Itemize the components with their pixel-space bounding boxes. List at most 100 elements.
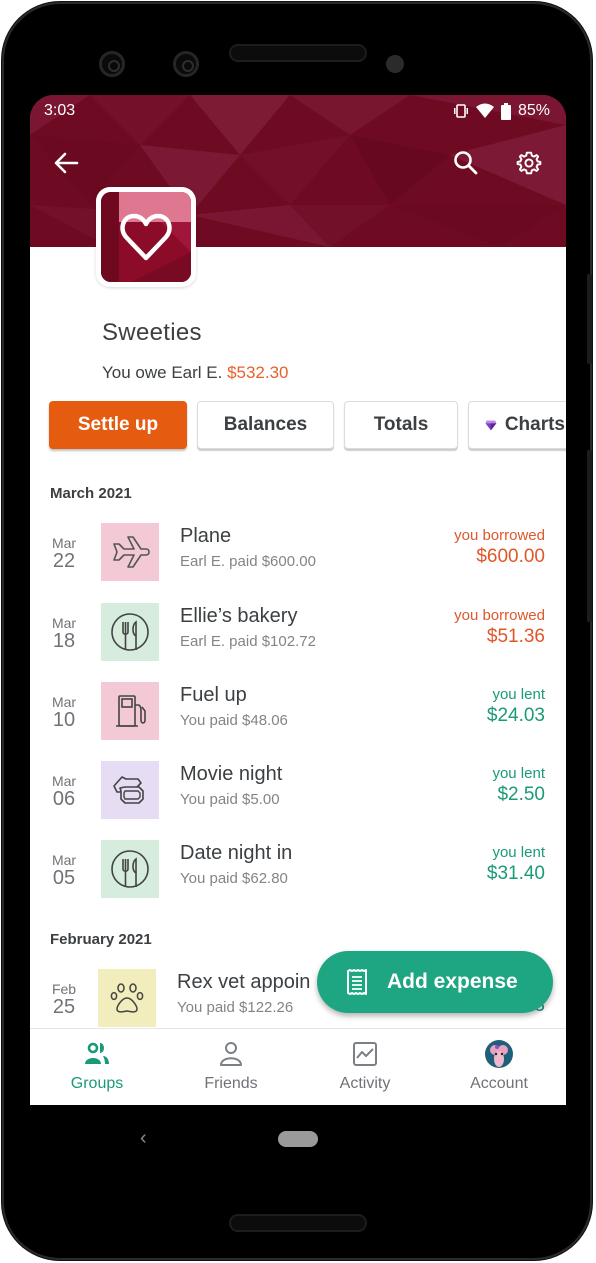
date-month: Mar [51,852,77,868]
airplane-icon [113,536,150,568]
balance-summary-text: You owe Earl E. [102,363,228,382]
expense-row[interactable]: Mar 10 Fuel up You paid $48.06 you lent … [30,682,566,752]
battery-percent: 85% [517,102,550,119]
month-header: February 2021 [50,931,152,948]
fuel-pump-icon [116,695,146,727]
expense-title: Ellie’s bakery [180,605,298,627]
date-month: Feb [51,981,77,997]
expense-date: Mar 06 [44,773,84,811]
expense-title: Date night in [180,842,293,864]
nav-groups[interactable]: Groups [30,1029,164,1105]
nav-account[interactable]: Account [432,1029,566,1105]
expense-date: Mar 18 [44,615,84,653]
expense-date: Mar 22 [44,535,84,573]
category-tile [101,761,159,819]
expense-row[interactable]: Mar 05 Date night in You paid $62.80 you… [30,840,566,910]
settings-button[interactable] [511,145,547,181]
add-expense-button[interactable]: Add expense [317,951,553,1013]
expense-date: Mar 10 [44,694,84,732]
balance-label: you lent [492,765,545,782]
paw-icon [110,983,144,1013]
expense-date: Feb 25 [44,981,84,1019]
system-home-button[interactable] [278,1131,318,1147]
date-day: 05 [52,867,76,889]
group-avatar[interactable] [96,187,196,287]
expense-balance: you lent $24.03 [487,686,545,727]
nav-friends[interactable]: Friends [164,1029,298,1105]
expense-title: Rex vet appoin [177,971,311,993]
balance-value: $24.03 [486,705,545,726]
expense-date: Mar 05 [44,852,84,890]
search-button[interactable] [448,145,484,181]
group-actions: Settle up Balances Totals Charts [49,401,566,449]
balance-value: $2.50 [497,784,545,805]
category-tile [101,603,159,661]
balance-label: you borrowed [454,607,545,624]
vibrate-icon [453,104,468,118]
diamond-icon [485,420,497,431]
tickets-icon [113,776,144,804]
expense-row[interactable]: Mar 06 Movie night You paid $5.00 you le… [30,761,566,831]
expense-payer: You paid $122.26 [177,999,294,1016]
expense-payer: You paid $62.80 [180,870,288,887]
expense-payer: You paid $5.00 [180,791,280,808]
balance-summary: You owe Earl E. $532.30 [102,363,289,383]
heart-icon [120,213,172,261]
gear-icon [516,151,542,175]
date-month: Mar [51,694,77,710]
expense-balance: you borrowed $600.00 [454,527,545,568]
receipt-icon [347,969,367,995]
wifi-icon [475,103,494,118]
nav-label: Friends [204,1075,258,1092]
front-camera-2 [173,51,199,77]
nav-label: Account [470,1075,528,1092]
nav-activity[interactable]: Activity [298,1029,432,1105]
expense-row[interactable]: Mar 22 Plane Earl E. paid $600.00 you bo… [30,523,566,593]
group-name: Sweeties [102,319,202,346]
volume-button [587,450,592,622]
system-back-button[interactable]: ‹ [140,1127,147,1150]
balance-label: you borrowed [454,527,545,544]
expense-title: Plane [180,525,232,547]
avatar-icon [485,1040,513,1068]
expense-title: Movie night [180,763,283,785]
charts-button[interactable]: Charts [468,401,566,449]
proximity-sensor [386,55,404,73]
date-day: 06 [52,788,76,810]
settle-up-button[interactable]: Settle up [49,401,187,449]
balance-value: $51.36 [486,626,545,647]
category-tile [101,682,159,740]
totals-button[interactable]: Totals [344,401,458,449]
app-screen: 3:03 85% Sweeties You owe Earl E. $532.3… [30,95,566,1105]
date-day: 10 [52,709,76,731]
date-day: 18 [52,630,76,652]
battery-icon [500,102,511,120]
category-tile [101,523,159,581]
nav-label: Groups [70,1075,124,1092]
expense-payer: Earl E. paid $600.00 [180,553,316,570]
charts-label: Charts [504,414,565,435]
category-tile [101,840,159,898]
expense-balance: you lent $31.40 [487,844,545,885]
expense-payer: Earl E. paid $102.72 [180,633,316,650]
activity-chart-icon [353,1042,377,1066]
balance-label: you lent [492,686,545,703]
back-button[interactable] [48,145,84,181]
date-month: Mar [51,535,77,551]
balances-button[interactable]: Balances [197,401,334,449]
person-icon [220,1042,242,1066]
balance-value: $600.00 [476,546,545,567]
bottom-navigation: Groups Friends Activity Account [30,1028,566,1105]
add-expense-label: Add expense [387,970,518,993]
status-bar: 3:03 85% [30,95,566,129]
search-icon [454,151,478,175]
expense-row[interactable]: Mar 18 Ellie’s bakery Earl E. paid $102.… [30,603,566,673]
groups-icon [85,1042,109,1064]
arrow-left-icon [54,152,79,174]
status-time: 3:03 [44,102,76,119]
date-month: Mar [51,615,77,631]
dining-icon [111,613,149,651]
date-day: 22 [52,550,76,572]
bottom-speaker [229,1214,367,1232]
date-month: Mar [51,773,77,789]
